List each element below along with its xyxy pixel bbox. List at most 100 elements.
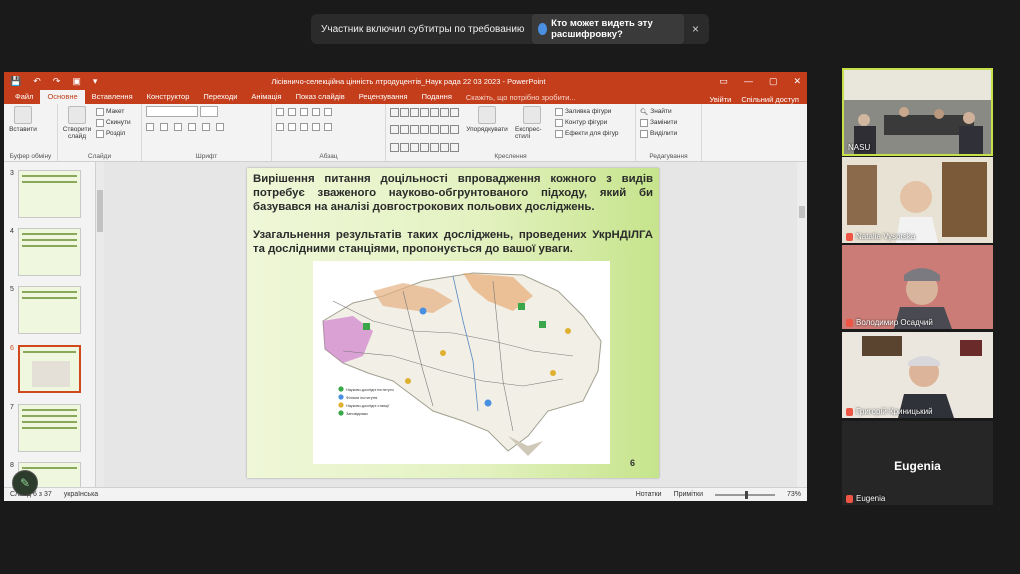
- notes-button[interactable]: Нотатки: [636, 491, 662, 498]
- editing-group: 🔍︎ Знайти Замінити Виділити Редагування: [636, 104, 702, 161]
- reset-button[interactable]: Скинути: [96, 117, 131, 128]
- arrange-icon: [478, 106, 496, 124]
- tab-view[interactable]: Подання: [415, 90, 459, 104]
- close-window-icon[interactable]: ✕: [793, 76, 801, 87]
- layout-button[interactable]: Макет: [96, 106, 131, 117]
- legend-reserves: Заповідники: [346, 412, 368, 416]
- slideshow-icon[interactable]: ▣: [72, 76, 81, 87]
- pen-icon: ✎: [19, 476, 31, 490]
- mic-muted-icon: [846, 407, 853, 416]
- slide-thumbnail-3[interactable]: [18, 170, 81, 218]
- tab-review[interactable]: Рецензування: [352, 90, 415, 104]
- save-icon[interactable]: 💾: [10, 76, 21, 87]
- participant-tile-natalia[interactable]: Natalia Vysotska: [842, 157, 993, 243]
- participant-video: [842, 245, 993, 329]
- ukraine-map-image: Науково-дослідні інститути Філіали інсти…: [313, 261, 610, 464]
- slide-thumbnail-7[interactable]: [18, 404, 81, 452]
- slide-scrollbar[interactable]: [797, 162, 807, 487]
- participant-tile-eugenia[interactable]: Eugenia Eugenia: [842, 421, 993, 505]
- slide-paragraph-1[interactable]: Вирішення питання доцільності впроваджен…: [253, 172, 653, 214]
- paste-icon: [14, 106, 32, 124]
- slides-group: Створити слайд Макет Скинути Розділ Слай…: [58, 104, 142, 161]
- find-icon: 🔍︎: [640, 108, 649, 116]
- close-icon[interactable]: ×: [692, 22, 699, 36]
- tab-slideshow[interactable]: Показ слайдів: [289, 90, 352, 104]
- language-indicator[interactable]: українська: [64, 491, 98, 498]
- quick-styles-icon: [523, 106, 541, 124]
- replace-button[interactable]: Замінити: [640, 117, 697, 128]
- tab-home[interactable]: Основне: [40, 90, 85, 104]
- maximize-icon[interactable]: ▢: [769, 76, 778, 87]
- customize-qat-icon[interactable]: ▾: [93, 76, 98, 87]
- participant-tile-nasu[interactable]: NASU: [842, 68, 993, 156]
- tab-animations[interactable]: Анімація: [244, 90, 288, 104]
- paste-label: Вставити: [9, 126, 37, 133]
- people-icon: [538, 23, 548, 35]
- shape-outline-button[interactable]: Контур фігури: [555, 117, 619, 128]
- legend-institutes: Науково-дослідні інститути: [346, 388, 394, 392]
- slides-group-label: Слайди: [87, 153, 112, 160]
- tab-transitions[interactable]: Переходи: [196, 90, 244, 104]
- thumbnail-number: 6: [10, 345, 14, 352]
- slide-thumbnail-5[interactable]: [18, 286, 81, 334]
- clipboard-group-label: Буфер обміну: [9, 153, 52, 160]
- tell-me-search[interactable]: Скажіть, що потрібно зробити...: [459, 91, 583, 104]
- mic-muted-icon: [846, 232, 853, 241]
- quick-styles-button[interactable]: Експрес-стилі: [515, 106, 549, 159]
- participant-name: Natalia Vysotska: [846, 232, 915, 241]
- thumbnail-number: 7: [10, 404, 14, 411]
- tab-file[interactable]: Файл: [8, 90, 40, 104]
- zoom-level[interactable]: 73%: [787, 491, 801, 498]
- font-group: Шрифт: [142, 104, 272, 161]
- thumbnail-number: 5: [10, 286, 14, 293]
- section-button[interactable]: Розділ: [96, 128, 131, 139]
- slide-thumbnail-6[interactable]: [18, 345, 81, 393]
- participant-name: Володимир Осадчий: [846, 318, 933, 327]
- mic-muted-icon: [846, 494, 853, 503]
- redo-icon[interactable]: ↷: [53, 76, 61, 87]
- new-slide-button[interactable]: Створити слайд: [62, 106, 92, 159]
- undo-icon[interactable]: ↶: [33, 76, 41, 87]
- find-button[interactable]: 🔍︎ Знайти: [640, 106, 697, 117]
- paste-button[interactable]: Вставити: [8, 106, 38, 133]
- drawing-group: Упорядкувати Експрес-стилі Заливка фігур…: [386, 104, 636, 161]
- tab-design[interactable]: Конструктор: [140, 90, 197, 104]
- font-group-label: Шрифт: [195, 153, 218, 160]
- thumbnail-number: 3: [10, 170, 14, 177]
- current-slide[interactable]: Вирішення питання доцільності впроваджен…: [247, 168, 659, 478]
- participant-name: Eugenia: [846, 494, 885, 503]
- ribbon: Вставити Буфер обміну Створити слайд Мак…: [4, 104, 807, 162]
- ribbon-tabs: Файл Основне Вставлення Конструктор Пере…: [4, 90, 807, 104]
- participant-tile-krynytskyi[interactable]: Григорій Криницький: [842, 332, 993, 418]
- legend-branches: Філіали інститутів: [346, 396, 377, 400]
- clipboard-group: Вставити Буфер обміну: [4, 104, 58, 161]
- font-size-box[interactable]: [200, 106, 218, 117]
- arrange-button[interactable]: Упорядкувати: [465, 106, 509, 159]
- shared-screen-powerpoint: 💾 ↶ ↷ ▣ ▾ Лісівничо-селекційна цінність …: [4, 72, 807, 501]
- shapes-gallery[interactable]: [390, 108, 459, 159]
- shape-effects-button[interactable]: Ефекти для фігур: [555, 128, 619, 139]
- participant-name: Григорій Криницький: [846, 407, 933, 416]
- minimize-icon[interactable]: —: [744, 76, 753, 87]
- mic-muted-icon: [846, 318, 853, 327]
- zoom-slider[interactable]: [714, 490, 775, 499]
- who-can-see-transcript-button[interactable]: Кто может видеть эту расшифровку?: [532, 14, 684, 44]
- legend-stations: Науково-дослідні станції: [346, 404, 390, 408]
- sign-in-link[interactable]: Увійти: [710, 95, 732, 104]
- shape-fill-button[interactable]: Заливка фігури: [555, 106, 619, 117]
- font-name-box[interactable]: [146, 106, 198, 117]
- tab-insert[interactable]: Вставлення: [85, 90, 140, 104]
- select-button[interactable]: Виділити: [640, 128, 697, 139]
- participant-tile-osadchyi[interactable]: Володимир Осадчий: [842, 245, 993, 329]
- participant-video: [842, 157, 993, 243]
- title-bar: 💾 ↶ ↷ ▣ ▾ Лісівничо-селекційна цінність …: [4, 72, 807, 90]
- new-slide-icon: [68, 106, 86, 124]
- slide-thumbnail-4[interactable]: [18, 228, 81, 276]
- share-button[interactable]: Спільний доступ: [741, 95, 799, 104]
- ribbon-display-options-icon[interactable]: ▭: [719, 76, 728, 87]
- comments-button[interactable]: Примітки: [674, 491, 703, 498]
- thumbnail-number: 8: [10, 462, 14, 469]
- thumbnail-scrollbar[interactable]: [96, 162, 104, 487]
- slide-paragraph-2[interactable]: Узагальнення результатів таких досліджен…: [253, 228, 653, 256]
- annotate-pen-button[interactable]: ✎: [12, 470, 38, 496]
